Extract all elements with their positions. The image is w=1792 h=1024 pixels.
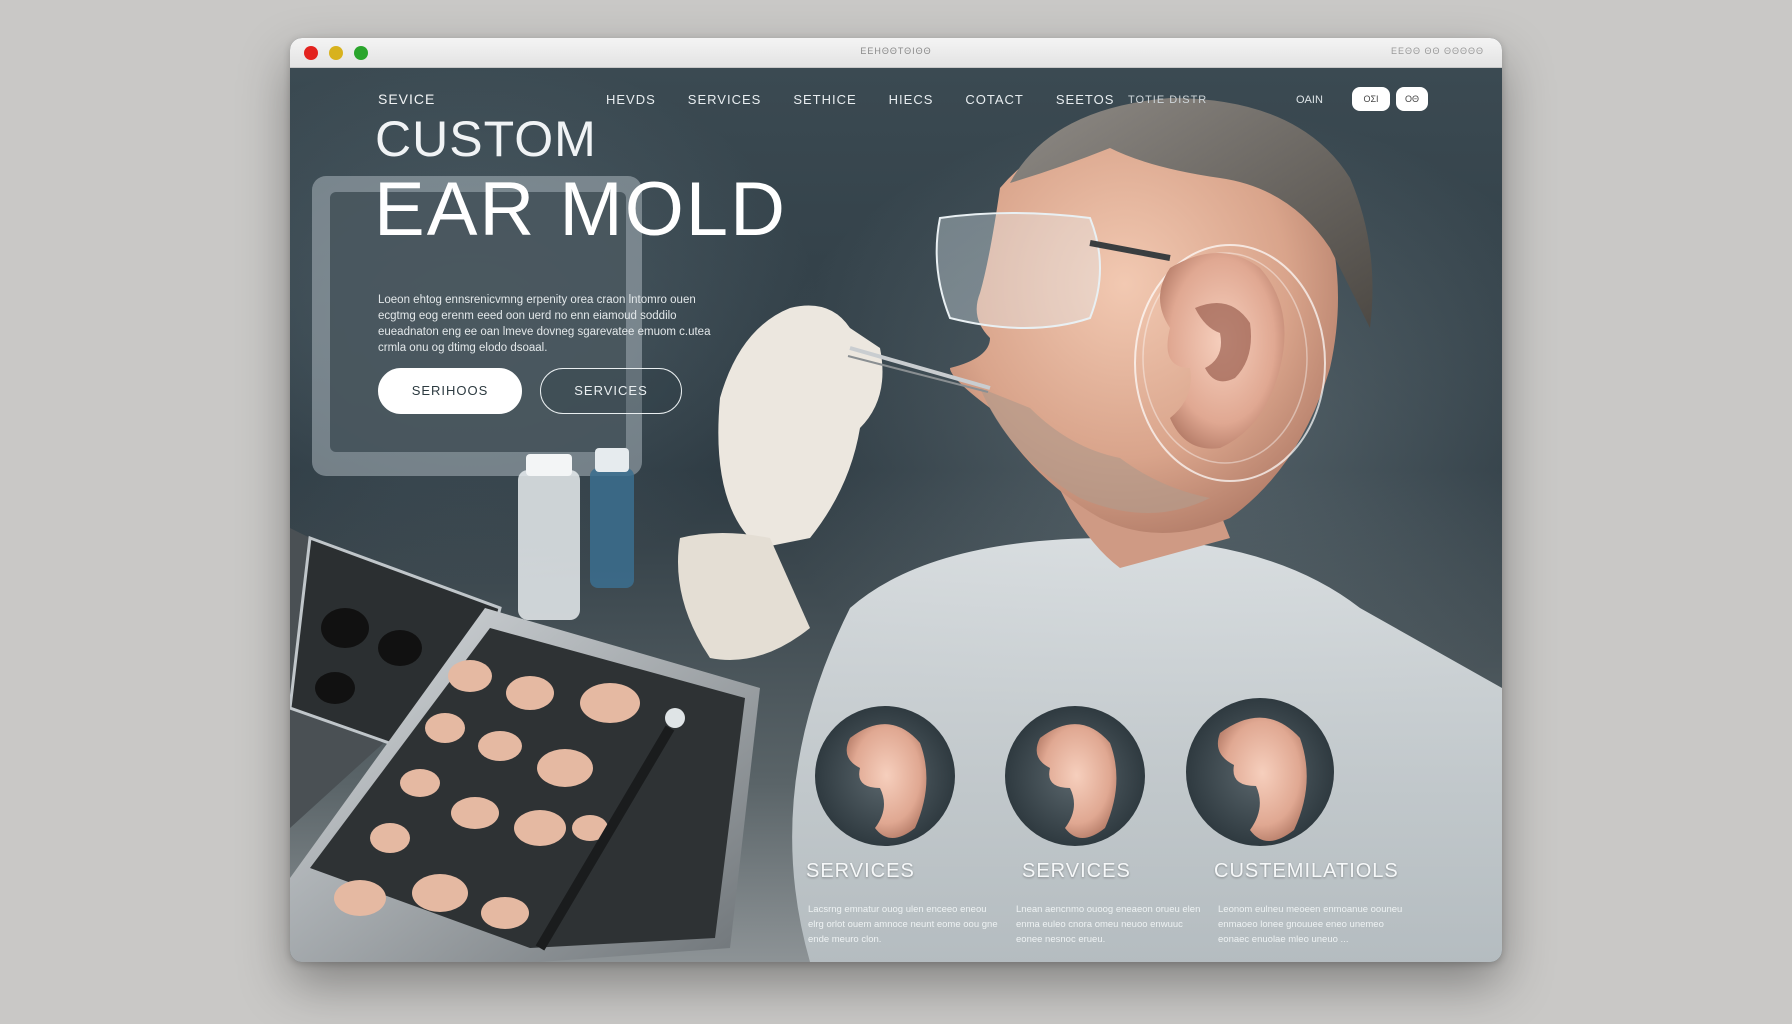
nav-item-tail[interactable]: TOTIE DISTR — [1128, 94, 1207, 106]
service-card-2-title[interactable]: SERVICES — [1022, 860, 1131, 883]
service-card-3-title[interactable]: CUSTEMILATIOLS — [1214, 860, 1399, 883]
titlebar-right-text: ΕΕΘΘ ΘΘ ΘΘΘΘΘ — [1390, 46, 1484, 56]
web-page: SEVICE HEVDS SERVICES SETHICE HIECS COTA… — [290, 68, 1502, 962]
address-bar[interactable]: ЕЕΗΘΘΤΘΙΘΘ — [290, 46, 1502, 56]
service-card-3-desc: Leonom eulneu meoeen enmoanue oouneu enm… — [1218, 904, 1403, 945]
browser-titlebar: ЕЕΗΘΘΤΘΙΘΘ ΕΕΘΘ ΘΘ ΘΘΘΘΘ — [290, 38, 1502, 68]
nav-item-hevds[interactable]: HEVDS — [606, 92, 656, 107]
top-nav: HEVDS SERVICES SETHICE HIECS COTACT SEET… — [606, 92, 1114, 107]
hero-primary-button[interactable]: SERIHOOS — [378, 368, 522, 414]
nav-item-services[interactable]: SERVICES — [688, 92, 762, 107]
nav-item-hiecs[interactable]: HIECS — [889, 92, 934, 107]
header-pill-button-2[interactable]: ΟΘ — [1396, 87, 1428, 111]
service-card-2-desc: Lnean aencnmo ouoog eneaeon orueu elen e… — [1016, 904, 1201, 945]
hero-title-line-1: CUSTOM — [375, 111, 597, 167]
nav-item-contact[interactable]: COTACT — [965, 92, 1023, 107]
service-card-1-desc: Lacsrng emnatur ouog ulen enceeo eneou e… — [808, 904, 998, 945]
header-pill-button-1[interactable]: ΟΣΙ — [1352, 87, 1390, 111]
hero-description: Loeon ehtog ennsrenicvmng erpenity orea … — [378, 294, 711, 354]
nav-item-seetos[interactable]: SEETOS — [1056, 92, 1115, 107]
hero-title-line-2: EAR MOLD — [374, 167, 787, 252]
hero-services-button[interactable]: SERVICES — [540, 368, 682, 414]
brand-logo[interactable]: SEVICE — [378, 91, 435, 107]
service-card-1-title[interactable]: SERVICES — [806, 860, 915, 883]
browser-window: ЕЕΗΘΘΤΘΙΘΘ ΕΕΘΘ ΘΘ ΘΘΘΘΘ SEVICE HEVDS SE… — [290, 38, 1502, 962]
nav-item-sethice[interactable]: SETHICE — [793, 92, 856, 107]
nav-item-extra[interactable]: OAIN — [1296, 94, 1323, 106]
